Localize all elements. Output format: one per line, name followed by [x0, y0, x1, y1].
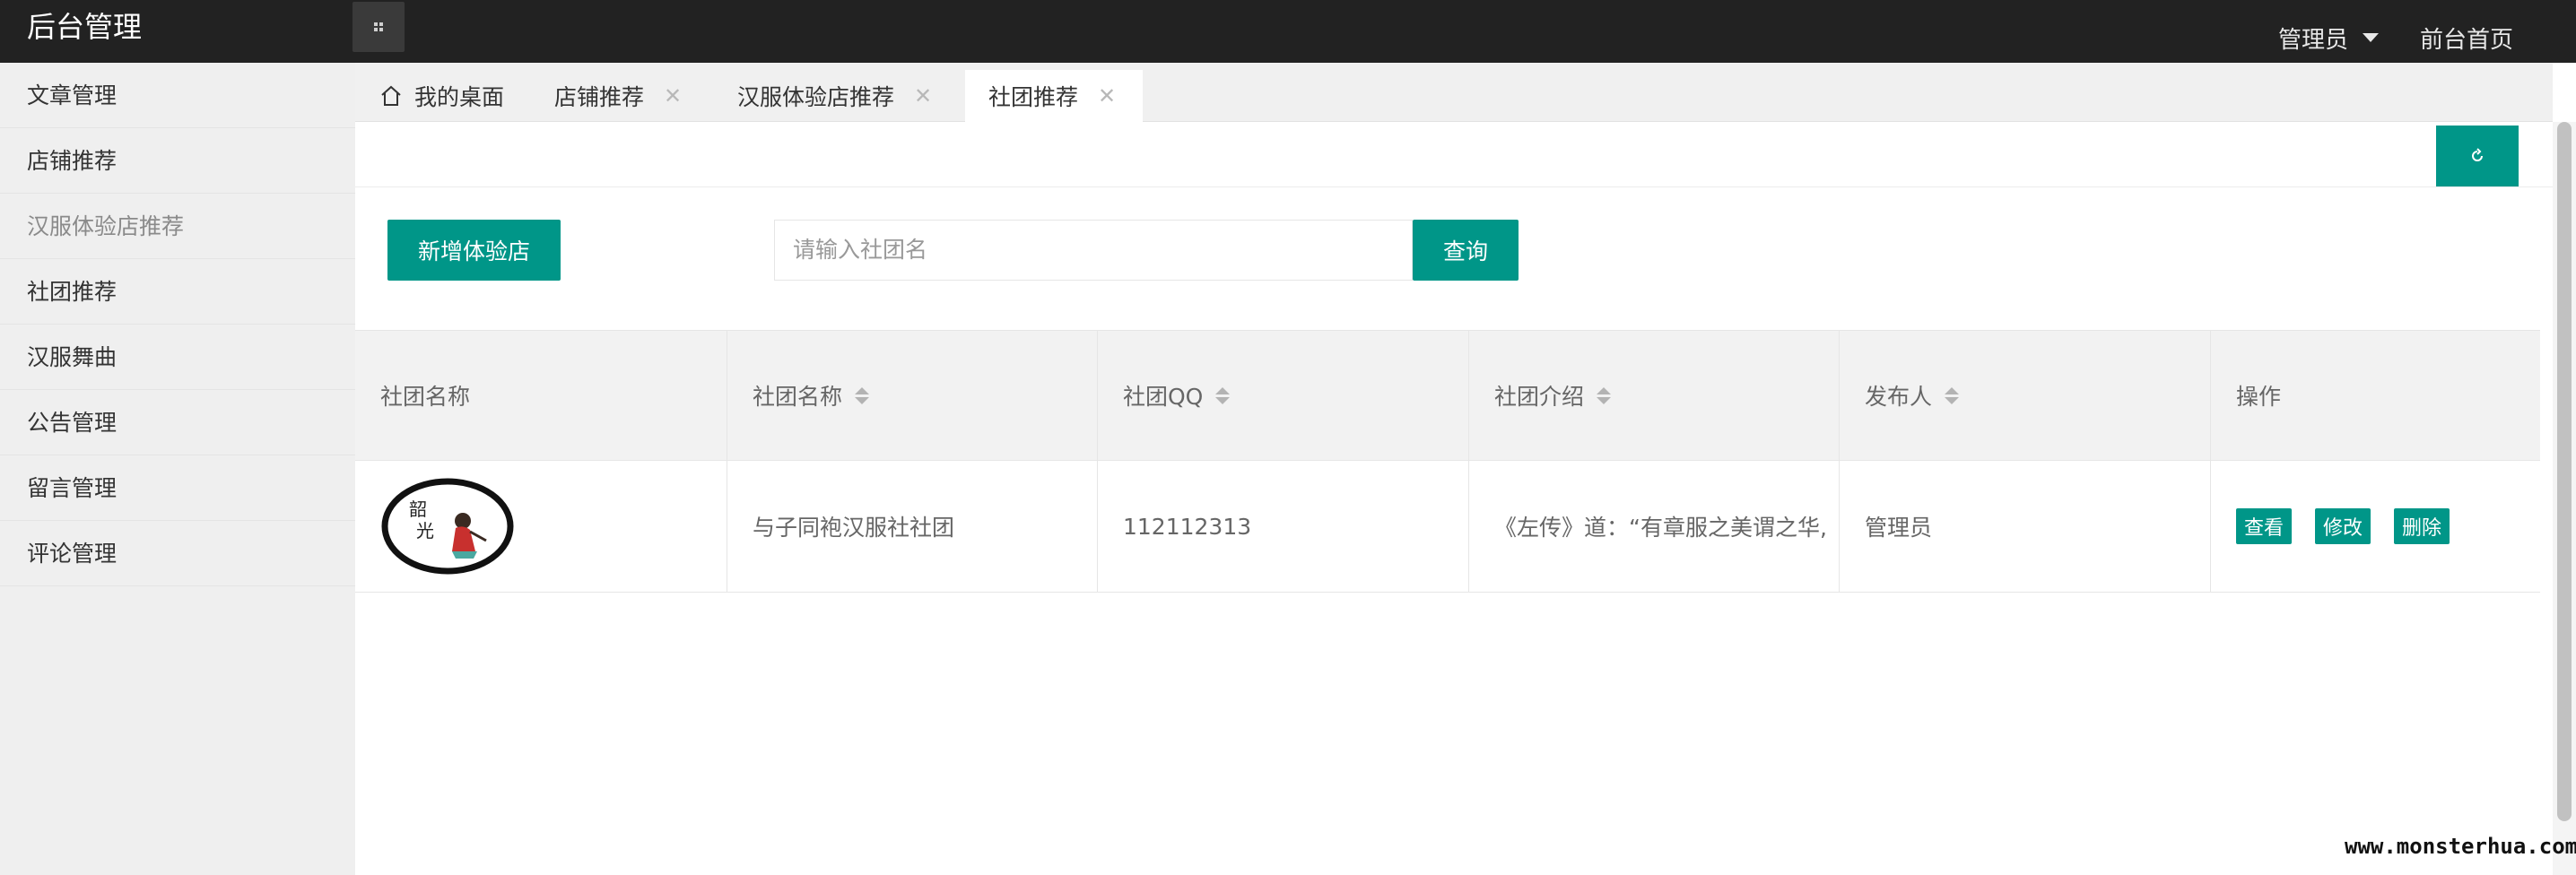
club-intro-cell: 《左传》道：“有章服之美谓之华,	[1469, 461, 1840, 592]
caret-down-icon	[2362, 33, 2379, 42]
sidebar-toggle-button[interactable]	[352, 2, 405, 52]
tab-label: 社团推荐	[988, 84, 1079, 110]
tab-bar: 我的桌面 店铺推荐 ✕ 汉服体验店推荐 ✕ 社团推荐 ✕	[355, 63, 2553, 122]
sort-icon[interactable]	[1597, 386, 1612, 404]
column-header: 社团名称	[355, 331, 727, 460]
column-header: 操作	[2211, 331, 2540, 460]
column-header[interactable]: 社团介绍	[1469, 331, 1840, 460]
column-header[interactable]: 发布人	[1840, 331, 2211, 460]
svg-text:光: 光	[416, 520, 434, 541]
user-menu[interactable]: 管理员	[2278, 22, 2379, 55]
refresh-button[interactable]	[2436, 126, 2519, 186]
column-header[interactable]: 社团QQ	[1098, 331, 1469, 460]
sidebar-item-shops[interactable]: 店铺推荐	[0, 128, 355, 194]
image-cell: 韶 光	[355, 461, 727, 592]
club-name-cell: 与子同袍汉服社社团	[727, 461, 1098, 592]
edit-button[interactable]: 修改	[2315, 508, 2371, 544]
column-label: 社团介绍	[1494, 384, 1585, 410]
close-icon[interactable]: ✕	[664, 83, 682, 108]
tab-clubs[interactable]: 社团推荐 ✕	[965, 70, 1143, 122]
sidebar-item-dance[interactable]: 汉服舞曲	[0, 325, 355, 390]
header-right: 管理员 前台首页	[2278, 13, 2513, 63]
close-icon[interactable]: ✕	[914, 83, 932, 108]
sidebar-item-articles[interactable]: 文章管理	[0, 63, 355, 128]
home-icon	[381, 85, 401, 106]
club-logo-image: 韶 光	[381, 478, 514, 575]
actions-cell: 查看 修改 删除	[2211, 461, 2540, 592]
sidebar-item-messages[interactable]: 留言管理	[0, 455, 355, 521]
sort-icon[interactable]	[855, 386, 870, 404]
sort-icon[interactable]	[1215, 386, 1231, 404]
delete-button[interactable]: 删除	[2394, 508, 2450, 544]
scrollbar-thumb[interactable]	[2557, 122, 2572, 821]
column-label: 发布人	[1865, 384, 1933, 410]
search-input[interactable]: 请输入社团名	[774, 220, 1413, 281]
table-header: 社团名称 社团名称 社团QQ 社团介绍 发布人 操作	[355, 330, 2540, 461]
sidebar-item-hanfu-stores[interactable]: 汉服体验店推荐	[0, 194, 355, 259]
refresh-icon	[2472, 148, 2483, 161]
svg-text:韶: 韶	[409, 498, 427, 520]
column-label: 社团QQ	[1123, 384, 1204, 410]
grid-toggle-icon	[374, 22, 383, 31]
column-label: 社团名称	[380, 384, 471, 410]
front-home-link[interactable]: 前台首页	[2420, 22, 2513, 55]
search-button[interactable]: 查询	[1413, 220, 1519, 281]
column-label: 操作	[2236, 384, 2282, 410]
tab-label: 我的桌面	[414, 84, 505, 110]
publisher-cell: 管理员	[1840, 461, 2211, 592]
user-menu-label: 管理员	[2277, 26, 2348, 54]
club-table: 社团名称 社团名称 社团QQ 社团介绍 发布人 操作 韶 光 与子同袍汉服社社团…	[355, 330, 2540, 593]
tab-label: 店铺推荐	[554, 84, 645, 110]
close-icon[interactable]: ✕	[1098, 83, 1116, 108]
sidebar: 文章管理 店铺推荐 汉服体验店推荐 社团推荐 汉服舞曲 公告管理 留言管理 评论…	[0, 63, 355, 875]
sidebar-item-comments[interactable]: 评论管理	[0, 521, 355, 586]
column-label: 社团名称	[753, 384, 843, 410]
add-store-button[interactable]: 新增体验店	[387, 220, 561, 281]
tab-desktop[interactable]: 我的桌面	[379, 70, 545, 122]
club-qq-cell: 112112313	[1098, 461, 1469, 592]
tab-label: 汉服体验店推荐	[737, 84, 895, 110]
column-header[interactable]: 社团名称	[727, 331, 1098, 460]
sidebar-item-clubs[interactable]: 社团推荐	[0, 259, 355, 325]
sort-icon[interactable]	[1945, 386, 1960, 404]
watermark: www.monsterhua.com	[2345, 834, 2576, 859]
table-row: 韶 光 与子同袍汉服社社团 112112313 《左传》道：“有章服之美谓之华,…	[355, 461, 2540, 593]
top-header: 后台管理 管理员 前台首页	[0, 0, 2576, 63]
view-button[interactable]: 查看	[2236, 508, 2293, 544]
sidebar-item-notices[interactable]: 公告管理	[0, 390, 355, 455]
tab-hanfu-stores[interactable]: 汉服体验店推荐 ✕	[737, 70, 935, 122]
tab-shops[interactable]: 店铺推荐 ✕	[554, 70, 725, 122]
app-brand: 后台管理	[27, 10, 143, 44]
divider	[355, 186, 2553, 187]
